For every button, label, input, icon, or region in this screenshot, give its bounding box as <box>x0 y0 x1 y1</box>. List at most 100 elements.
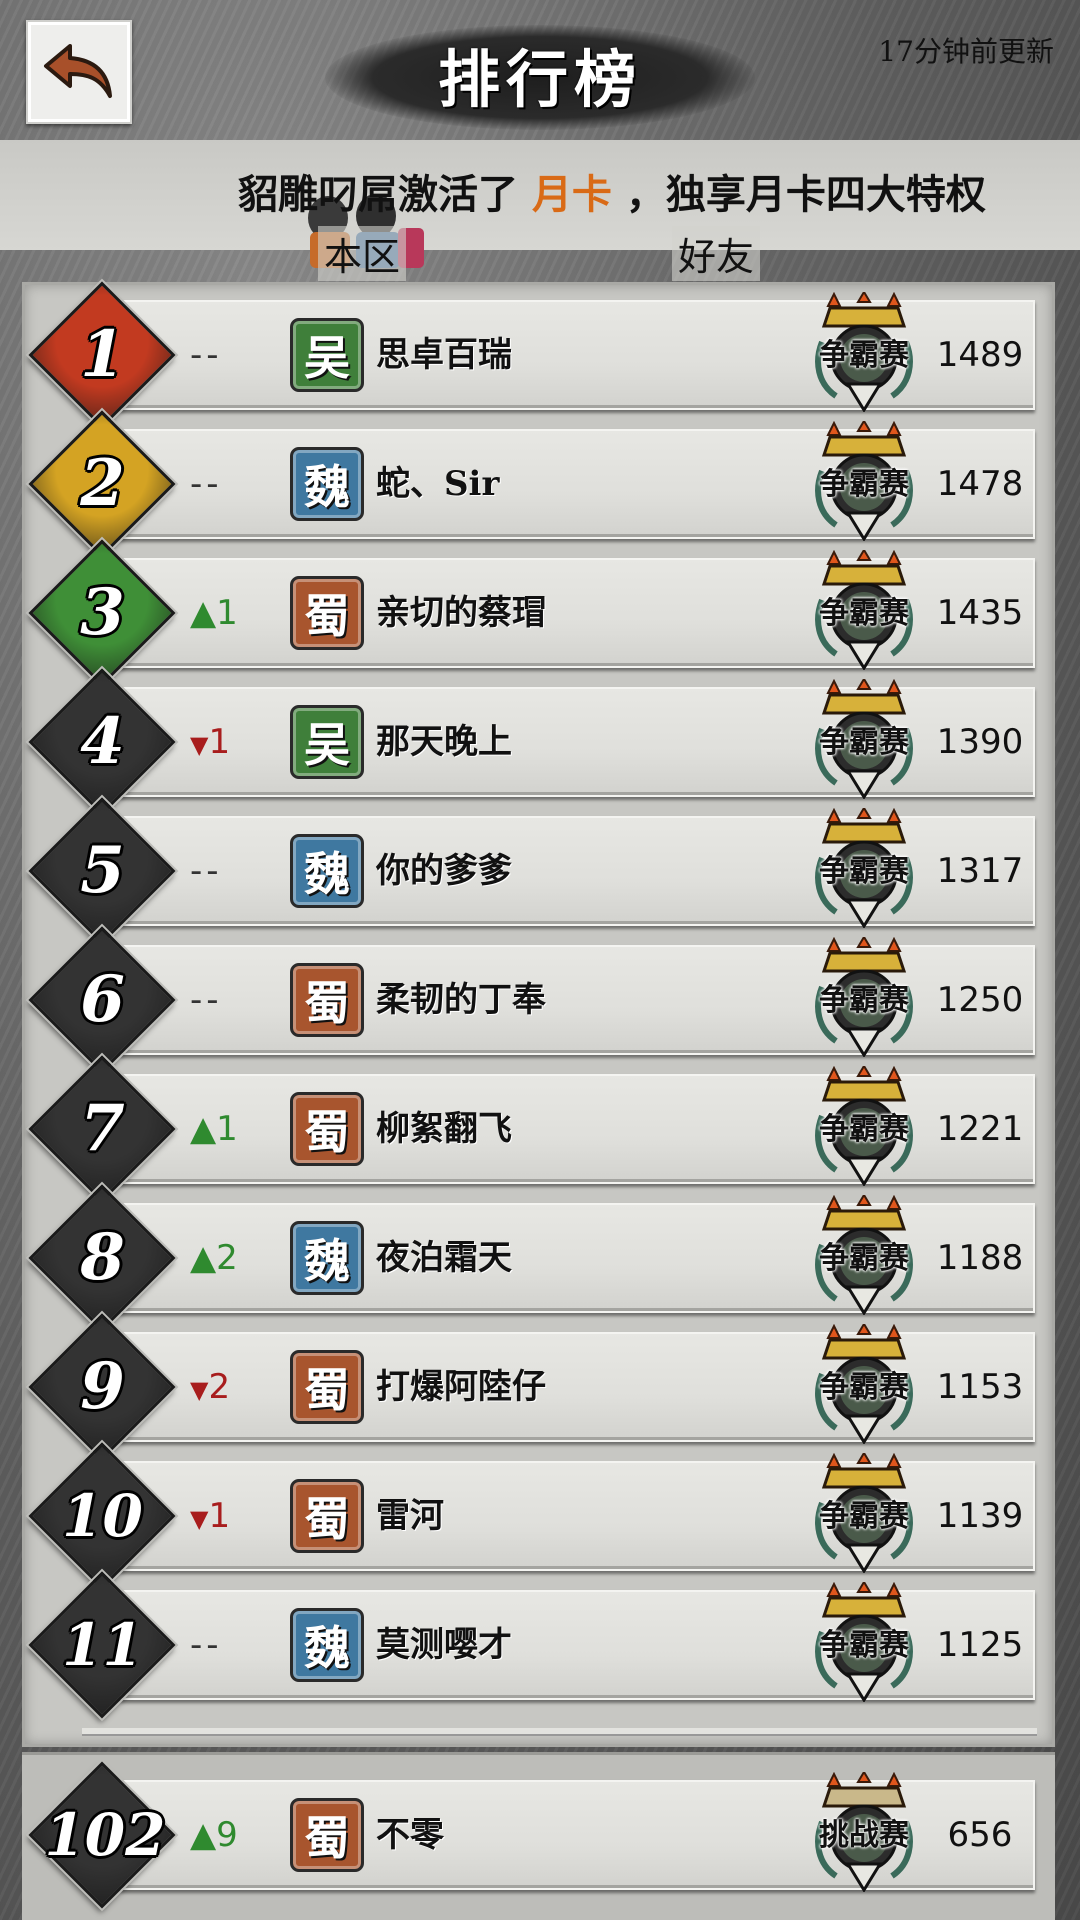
player-score: 1188 <box>936 1238 1024 1278</box>
rank-change: -- <box>190 1590 280 1700</box>
player-name[interactable]: 夜泊霜天 <box>376 1203 736 1313</box>
badge-label: 争霸赛 <box>819 467 909 502</box>
notice-highlight: 月卡 <box>531 171 612 218</box>
rank-number: 11 <box>62 1611 143 1679</box>
player-name[interactable]: 不零 <box>376 1780 736 1890</box>
player-name[interactable]: 打爆阿陸仔 <box>376 1332 736 1442</box>
player-name[interactable]: 思卓百瑞 <box>376 300 736 410</box>
championship-badge-icon: 争霸赛 <box>808 419 920 542</box>
championship-badge-icon: 争霸赛 <box>808 935 920 1058</box>
player-name[interactable]: 雷河 <box>376 1461 736 1571</box>
rank-change-value: 2 <box>216 1238 238 1278</box>
player-score: 1139 <box>936 1496 1024 1536</box>
rank-change-value: 1 <box>216 593 238 633</box>
faction-wei-icon: 魏 <box>290 1608 364 1682</box>
update-time: 17分钟前更新 <box>878 35 1054 68</box>
rank-change: ▼1 <box>190 1461 280 1571</box>
rank-change-value: 2 <box>208 1367 231 1407</box>
player-name[interactable]: 蛇、Sir <box>376 429 736 539</box>
faction-shu-icon: 蜀 <box>290 963 364 1037</box>
badge-label: 争霸赛 <box>819 854 909 889</box>
championship-badge-icon: 争霸赛 <box>808 1064 920 1187</box>
rank-number: 102 <box>44 1801 166 1869</box>
rank-change: ▲9 <box>190 1780 280 1890</box>
player-score: 1317 <box>936 851 1024 891</box>
badge-label: 争霸赛 <box>819 1370 909 1405</box>
faction-shu-icon: 蜀 <box>290 1798 364 1872</box>
rank-number: 5 <box>80 833 125 908</box>
rank-down-arrow-icon: ▼ <box>190 731 209 759</box>
page-title: 排行榜 <box>437 43 642 116</box>
back-button[interactable] <box>26 20 132 124</box>
notice-prefix: 貂雕叼屌激活了 <box>238 171 518 218</box>
rank-change-value: -- <box>190 980 223 1020</box>
player-name[interactable]: 那天晚上 <box>376 687 736 797</box>
challenge-badge-icon: 挑战赛 <box>808 1770 920 1893</box>
rank-change: ▼1 <box>190 687 280 797</box>
player-score: 1390 <box>936 722 1024 762</box>
faction-wu-icon: 吴 <box>290 705 364 779</box>
faction-wei-icon: 魏 <box>290 834 364 908</box>
back-arrow-icon <box>44 44 112 98</box>
rank-change-value: -- <box>190 1625 223 1665</box>
rank-change: -- <box>190 945 280 1055</box>
rank-number: 2 <box>80 446 125 521</box>
championship-badge-icon: 争霸赛 <box>808 1580 920 1703</box>
tab-local-server[interactable]: 本区 <box>318 226 407 281</box>
championship-badge-icon: 争霸赛 <box>808 290 920 413</box>
rank-change: -- <box>190 300 280 410</box>
rank-change: ▼2 <box>190 1332 280 1442</box>
rank-up-arrow-icon: ▲ <box>190 1109 217 1149</box>
championship-badge-icon: 争霸赛 <box>808 548 920 671</box>
faction-shu-icon: 蜀 <box>290 1479 364 1553</box>
rank-change-value: -- <box>190 335 223 375</box>
player-score: 1250 <box>936 980 1024 1020</box>
player-score: 1478 <box>936 464 1024 504</box>
player-name[interactable]: 莫测嘤才 <box>376 1590 736 1700</box>
badge-label: 争霸赛 <box>819 596 909 631</box>
rank-number: 9 <box>80 1349 125 1424</box>
player-score: 1489 <box>936 335 1024 375</box>
championship-badge-icon: 争霸赛 <box>808 1451 920 1574</box>
rank-up-arrow-icon: ▲ <box>190 1815 217 1855</box>
rank-down-arrow-icon: ▼ <box>190 1376 209 1404</box>
rank-number: 7 <box>80 1091 125 1166</box>
player-name[interactable]: 柔韧的丁奉 <box>376 945 736 1055</box>
rank-change: -- <box>190 429 280 539</box>
badge-label: 争霸赛 <box>819 1628 909 1663</box>
player-score: 656 <box>947 1815 1013 1855</box>
championship-badge-icon: 争霸赛 <box>808 677 920 800</box>
badge-label: 争霸赛 <box>819 338 909 373</box>
notice-suffix: ，独享月卡四大特权 <box>625 171 986 218</box>
rank-change: -- <box>190 816 280 926</box>
championship-badge-icon: 争霸赛 <box>808 1322 920 1445</box>
rank-up-arrow-icon: ▲ <box>190 593 217 633</box>
faction-shu-icon: 蜀 <box>290 576 364 650</box>
faction-wei-icon: 魏 <box>290 1221 364 1295</box>
rank-number: 4 <box>80 704 125 779</box>
badge-label: 争霸赛 <box>819 983 909 1018</box>
rank-change-value: 1 <box>208 1496 231 1536</box>
player-score: 1435 <box>936 593 1024 633</box>
faction-shu-icon: 蜀 <box>290 1350 364 1424</box>
rank-change: ▲1 <box>190 1074 280 1184</box>
player-name[interactable]: 你的爹爹 <box>376 816 736 926</box>
rank-change-value: 1 <box>216 1109 238 1149</box>
faction-shu-icon: 蜀 <box>290 1092 364 1166</box>
rank-number: 10 <box>62 1482 143 1550</box>
player-score: 1125 <box>936 1625 1024 1665</box>
rank-up-arrow-icon: ▲ <box>190 1238 217 1278</box>
rank-change-value: 9 <box>216 1815 238 1855</box>
player-name[interactable]: 柳絮翻飞 <box>376 1074 736 1184</box>
badge-label: 挑战赛 <box>819 1818 909 1853</box>
rank-number: 8 <box>80 1220 125 1295</box>
badge-label: 争霸赛 <box>819 725 909 760</box>
rank-change: ▲1 <box>190 558 280 668</box>
tab-friends[interactable]: 好友 <box>672 226 761 281</box>
rank-down-arrow-icon: ▼ <box>190 1505 209 1533</box>
player-score: 1153 <box>936 1367 1024 1407</box>
rank-number: 6 <box>80 962 125 1037</box>
player-score: 1221 <box>936 1109 1024 1149</box>
rank-change-value: -- <box>190 464 223 504</box>
player-name[interactable]: 亲切的蔡瑁 <box>376 558 736 668</box>
